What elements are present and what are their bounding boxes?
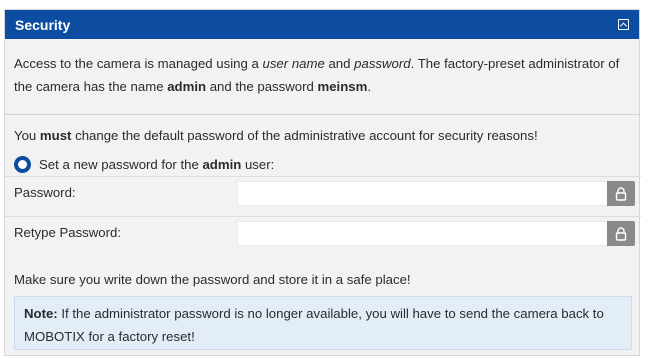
radio-label-text: user: xyxy=(241,157,275,172)
intro-text: and xyxy=(324,56,355,71)
intro-text: Access to the camera is managed using a xyxy=(14,56,263,71)
panel-title: Security xyxy=(15,16,71,33)
intro-user-name: user name xyxy=(262,56,325,71)
retype-password-lock-button[interactable] xyxy=(607,221,635,246)
security-warning: You must change the default password of … xyxy=(5,128,538,143)
lock-icon xyxy=(615,186,627,201)
radio-label: Set a new password for the admin user: xyxy=(39,157,274,172)
lock-icon xyxy=(615,226,627,241)
password-input[interactable] xyxy=(237,181,607,206)
radio-label-admin: admin xyxy=(202,157,242,172)
collapse-up-icon[interactable] xyxy=(618,19,629,30)
warning-text: change the default password of the admin… xyxy=(71,128,538,143)
retype-password-row: Retype Password: xyxy=(5,216,641,248)
password-lock-button[interactable] xyxy=(607,181,635,206)
retype-password-label: Retype Password: xyxy=(14,225,122,240)
retype-password-input[interactable] xyxy=(237,221,607,246)
password-label: Password: xyxy=(14,185,76,200)
password-row: Password: xyxy=(5,176,641,208)
intro-password: password xyxy=(354,56,411,71)
intro-paragraph: Access to the camera is managed using a … xyxy=(5,39,639,115)
intro-admin-name: admin xyxy=(167,79,207,94)
note-text: If the administrator password is no long… xyxy=(24,306,604,344)
security-panel: Security Access to the camera is managed… xyxy=(4,9,641,356)
intro-text: and the password xyxy=(206,79,318,94)
new-password-radio-option[interactable]: Set a new password for the admin user: xyxy=(5,156,274,173)
intro-default-password: meinsm xyxy=(317,79,368,94)
radio-selected-icon[interactable] xyxy=(14,156,31,173)
intro-text: . xyxy=(367,79,372,94)
panel-header[interactable]: Security xyxy=(5,10,639,39)
note-label: Note: xyxy=(24,306,58,321)
warning-emphasis: must xyxy=(39,128,72,143)
store-password-note: Make sure you write down the password an… xyxy=(14,272,411,287)
warning-text: You xyxy=(14,128,40,143)
note-box: Note: If the administrator password is n… xyxy=(14,296,632,350)
radio-label-text: Set a new password for the xyxy=(39,157,203,172)
